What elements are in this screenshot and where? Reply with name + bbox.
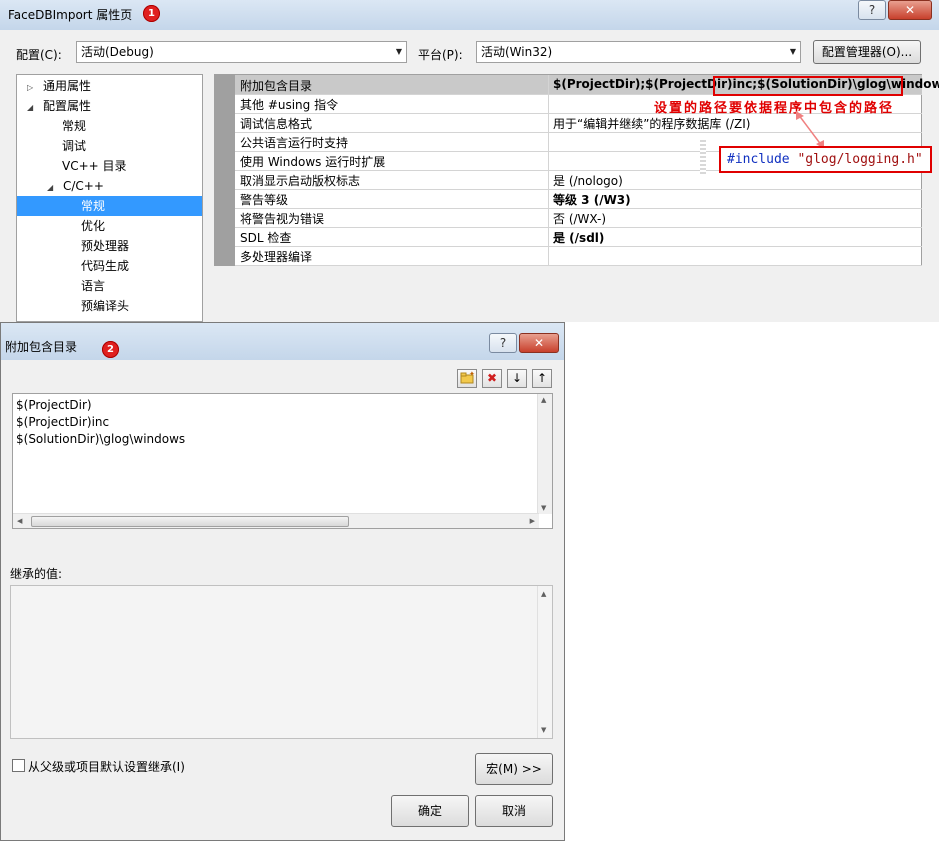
grid-row-sdl-checks[interactable]: SDL 检查 是 (/sdl) bbox=[235, 227, 922, 247]
grid-row-suppress-banner[interactable]: 取消显示启动版权标志 是 (/nologo) bbox=[235, 170, 922, 190]
move-down-button[interactable]: ↓ bbox=[507, 369, 527, 388]
expand-arrow-icon[interactable]: ▷ bbox=[27, 83, 33, 92]
grid-gutter bbox=[215, 75, 235, 265]
title-bar: 附加包含目录 2 ? ✕ bbox=[1, 323, 564, 360]
scroll-thumb[interactable] bbox=[31, 516, 349, 527]
include-dirs-list[interactable]: $(ProjectDir) $(ProjectDir)inc $(Solutio… bbox=[12, 393, 553, 529]
list-item[interactable]: $(ProjectDir)inc bbox=[16, 415, 109, 429]
horizontal-scrollbar[interactable]: ◀ ▶ bbox=[13, 513, 539, 528]
include-dirs-dialog: 附加包含目录 2 ? ✕ ✦ ✖ ↓ ↑ $(ProjectDir) $(Pro… bbox=[0, 322, 565, 841]
window-title: FaceDBImport 属性页 bbox=[8, 8, 133, 22]
close-button[interactable]: ✕ bbox=[519, 333, 559, 353]
collapse-arrow-icon[interactable]: ◢ bbox=[47, 183, 53, 192]
highlight-box bbox=[713, 76, 903, 96]
grid-row-multiprocessor[interactable]: 多处理器编译 bbox=[235, 246, 922, 266]
code-snippet: #include "glog/logging.h" bbox=[719, 146, 932, 173]
inherit-checkbox-label: 从父级或项目默认设置继承(I) bbox=[28, 760, 185, 774]
delete-icon: ✖ bbox=[486, 371, 498, 385]
platform-select[interactable]: 活动(Win32) ▼ bbox=[476, 41, 801, 63]
tree-item-debugging[interactable]: 调试 bbox=[62, 136, 86, 156]
inherited-values-label: 继承的值: bbox=[10, 567, 63, 581]
svg-text:✦: ✦ bbox=[469, 370, 475, 378]
tree-item-optimization[interactable]: 优化 bbox=[81, 216, 105, 236]
code-keyword: #include bbox=[727, 152, 790, 167]
annotation-text: 设置的路径要依据程序中包含的路径 bbox=[654, 101, 895, 116]
help-button[interactable]: ? bbox=[489, 333, 517, 353]
tree-item-vc-directories[interactable]: VC++ 目录 bbox=[62, 156, 127, 176]
code-string: "glog/logging.h" bbox=[797, 152, 923, 167]
close-button[interactable]: ✕ bbox=[888, 0, 932, 20]
tree-item-c-cpp-general[interactable]: 常规 bbox=[17, 196, 202, 216]
vertical-scrollbar[interactable]: ▲ ▼ bbox=[537, 586, 552, 738]
annotation-arrow-icon bbox=[796, 111, 824, 149]
list-item[interactable]: $(SolutionDir)\glog\windows bbox=[16, 432, 185, 446]
chevron-down-icon: ▼ bbox=[395, 47, 402, 56]
dialog-title: 附加包含目录 bbox=[5, 340, 78, 354]
tree-item-general-properties[interactable]: ▷ 通用属性 bbox=[27, 76, 91, 96]
property-tree[interactable]: ▷ 通用属性 ◢ 配置属性 常规 调试 VC++ 目录 ◢ C/C++ 常规 优… bbox=[16, 74, 203, 322]
cancel-button[interactable]: 取消 bbox=[475, 795, 553, 827]
collapse-arrow-icon[interactable]: ◢ bbox=[27, 103, 33, 112]
folder-new-icon: ✦ bbox=[460, 370, 475, 384]
tree-item-preprocessor[interactable]: 预处理器 bbox=[81, 236, 129, 256]
help-button[interactable]: ? bbox=[858, 0, 886, 20]
config-select[interactable]: 活动(Debug) ▼ bbox=[76, 41, 407, 63]
new-line-button[interactable]: ✦ bbox=[457, 369, 477, 388]
grid-row-warnings-as-errors[interactable]: 将警告视为错误 否 (/WX-) bbox=[235, 208, 922, 228]
property-pages-window: FaceDBImport 属性页 1 ? ✕ 配置(C): 活动(Debug) … bbox=[0, 0, 939, 322]
config-label: 配置(C): bbox=[16, 48, 62, 62]
macros-button[interactable]: 宏(M) >> bbox=[475, 753, 553, 785]
delete-button[interactable]: ✖ bbox=[482, 369, 502, 388]
arrow-up-icon: ↑ bbox=[536, 371, 548, 385]
divider bbox=[700, 140, 706, 176]
tree-item-config-properties[interactable]: ◢ 配置属性 bbox=[27, 96, 91, 116]
platform-label: 平台(P): bbox=[418, 48, 463, 62]
tree-item-precompiled-headers[interactable]: 预编译头 bbox=[81, 296, 129, 316]
step-badge: 2 bbox=[102, 341, 119, 358]
inherited-values-box: ▲ ▼ bbox=[10, 585, 553, 739]
tree-item-code-generation[interactable]: 代码生成 bbox=[81, 256, 129, 276]
tree-item-c-cpp[interactable]: ◢ C/C++ bbox=[47, 176, 104, 196]
config-manager-button[interactable]: 配置管理器(O)... bbox=[813, 40, 921, 64]
platform-value: 活动(Win32) bbox=[481, 45, 553, 59]
list-item[interactable]: $(ProjectDir) bbox=[16, 398, 92, 412]
ok-button[interactable]: 确定 bbox=[391, 795, 469, 827]
move-up-button[interactable]: ↑ bbox=[532, 369, 552, 388]
inherit-checkbox[interactable] bbox=[12, 759, 25, 772]
tree-item-language[interactable]: 语言 bbox=[81, 276, 105, 296]
step-badge: 1 bbox=[143, 5, 160, 22]
tree-item-general[interactable]: 常规 bbox=[62, 116, 86, 136]
config-value: 活动(Debug) bbox=[81, 45, 154, 59]
title-bar: FaceDBImport 属性页 1 ? ✕ bbox=[0, 0, 939, 30]
grid-row-warning-level[interactable]: 警告等级 等级 3 (/W3) bbox=[235, 189, 922, 209]
vertical-scrollbar[interactable]: ▲ ▼ bbox=[537, 394, 552, 514]
chevron-down-icon: ▼ bbox=[789, 47, 796, 56]
arrow-down-icon: ↓ bbox=[511, 371, 523, 385]
